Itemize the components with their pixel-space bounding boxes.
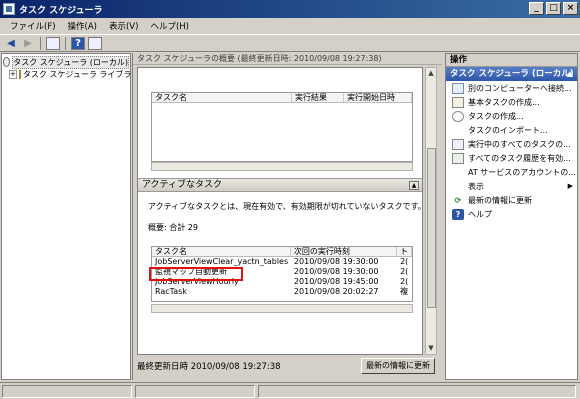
- action-label: タスクのインポート...: [468, 125, 548, 135]
- column-header[interactable]: タスク名: [152, 247, 291, 256]
- tree-item-label: タスク スケジューラ ライブラリ: [22, 69, 140, 79]
- status-table-hscroll[interactable]: [151, 162, 413, 171]
- trigger-cell: 2(: [400, 267, 409, 276]
- status-bar: [0, 382, 580, 399]
- action-running-tasks[interactable]: 実行中のすべてのタスクの...: [446, 137, 577, 151]
- task-status-table: タスク名 実行結果 実行開始日時: [151, 92, 413, 162]
- trigger-cell: 2(: [400, 257, 409, 266]
- create-task-icon: [452, 110, 464, 122]
- status-cell: [258, 385, 576, 398]
- next-run-cell: 2010/09/08 19:45:00: [293, 277, 379, 286]
- action-view[interactable]: 表示 ▶: [446, 179, 577, 193]
- maximize-button[interactable]: □: [546, 2, 561, 15]
- action-create-basic-task[interactable]: 基本タスクの作成...: [446, 95, 577, 109]
- actions-group-header[interactable]: タスク スケジューラ (ローカル) ▲: [446, 67, 577, 81]
- column-header[interactable]: 実行開始日時: [344, 93, 412, 102]
- active-tasks-header[interactable]: アクティブなタスク ▲: [138, 178, 422, 192]
- history-icon: [452, 152, 464, 164]
- actions-title: 操作: [446, 54, 577, 67]
- tree-item-library[interactable]: + タスク スケジューラ ライブラリ: [3, 68, 139, 80]
- action-import-task[interactable]: タスクのインポート...: [446, 123, 577, 137]
- collapse-icon[interactable]: ▲: [409, 181, 419, 190]
- trigger-cell: 2(: [400, 277, 409, 286]
- status-cell: [135, 385, 255, 398]
- task-name-cell: JobServerViewClear_yactn_tables: [155, 257, 289, 266]
- refresh-button[interactable]: 最新の情報に更新: [361, 358, 435, 374]
- menu-help[interactable]: ヘルプ(H): [144, 20, 195, 32]
- action-refresh[interactable]: ⟳ 最新の情報に更新: [446, 193, 577, 207]
- next-run-cell: 2010/09/08 20:02:27: [293, 287, 379, 296]
- summary-header: タスク スケジューラの概要 (最終更新日時: 2010/09/08 19:27:…: [133, 53, 442, 65]
- close-button[interactable]: ×: [563, 2, 578, 15]
- column-header[interactable]: ト: [397, 247, 412, 256]
- active-tasks-description: アクティブなタスクとは、現在有効で、有効期限が切れていないタスクです。: [148, 202, 423, 211]
- summary-status-line: 最終更新日時 2010/09/08 19:27:38 最新の情報に更新: [137, 355, 437, 377]
- console-tree: タスク スケジューラ (ローカル) + タスク スケジューラ ライブラリ: [1, 53, 139, 380]
- connect-icon: [452, 82, 464, 94]
- table-row[interactable]: RacTask 2010/09/08 20:02:27 複: [152, 287, 412, 297]
- tree-item-task-scheduler-local[interactable]: タスク スケジューラ (ローカル): [3, 55, 129, 69]
- summary-pane: タスク スケジューラの概要 (最終更新日時: 2010/09/08 19:27:…: [132, 53, 442, 380]
- action-label: すべてのタスク履歴を有効...: [468, 153, 571, 163]
- action-at-service[interactable]: AT サービスのアカウントの...: [446, 165, 577, 179]
- action-label: 実行中のすべてのタスクの...: [468, 139, 571, 149]
- action-enable-history[interactable]: すべてのタスク履歴を有効...: [446, 151, 577, 165]
- menu-file[interactable]: ファイル(F): [4, 20, 62, 32]
- basic-task-icon: [452, 96, 464, 108]
- column-header[interactable]: タスク名: [152, 93, 292, 102]
- scroll-up-icon[interactable]: ▲: [426, 68, 436, 79]
- action-help[interactable]: ? ヘルプ: [446, 207, 577, 221]
- actions-pane: 操作 タスク スケジューラ (ローカル) ▲ 別のコンピューターへ接続... 基…: [445, 53, 578, 380]
- forward-arrow-icon[interactable]: ▶: [21, 37, 35, 50]
- minimize-button[interactable]: _: [529, 2, 544, 15]
- active-tasks-title: アクティブなタスク: [142, 180, 223, 190]
- action-label: 最新の情報に更新: [468, 195, 532, 205]
- status-cell: [2, 385, 132, 398]
- action-label: 別のコンピューターへ接続...: [468, 83, 572, 93]
- active-table-hscroll[interactable]: [151, 304, 413, 313]
- help-icon[interactable]: ?: [71, 36, 85, 50]
- menu-bar: ファイル(F) 操作(A) 表示(V) ヘルプ(H): [0, 18, 580, 34]
- refresh-icon: ⟳: [454, 195, 462, 205]
- back-arrow-icon[interactable]: ◀: [4, 37, 18, 50]
- column-header[interactable]: 次回の実行時刻: [291, 247, 398, 256]
- scroll-down-icon[interactable]: ▼: [426, 343, 436, 354]
- clock-icon: [3, 57, 11, 67]
- actions-group-label: タスク スケジューラ (ローカル): [450, 69, 574, 79]
- title-bar: タスク スケジューラ _ □ ×: [0, 0, 580, 18]
- toolbar: ◀ ▶ ?: [0, 34, 580, 52]
- summary-vscroll[interactable]: ▲ ▼: [425, 67, 437, 355]
- action-label: 表示: [468, 181, 484, 191]
- show-hide-tree-icon[interactable]: [46, 36, 60, 50]
- highlight-box: [149, 267, 243, 281]
- expand-icon[interactable]: +: [9, 69, 17, 79]
- submenu-arrow-icon: ▶: [567, 182, 573, 190]
- column-header[interactable]: 実行結果: [292, 93, 344, 102]
- action-label: ヘルプ: [468, 209, 492, 219]
- task-name-cell: RacTask: [155, 287, 187, 296]
- show-action-pane-icon[interactable]: [88, 36, 102, 50]
- window-title: タスク スケジューラ: [19, 5, 103, 16]
- last-updated-text: 最終更新日時 2010/09/08 19:27:38: [137, 362, 281, 372]
- trigger-cell: 複: [400, 287, 409, 296]
- menu-view[interactable]: 表示(V): [103, 20, 144, 32]
- scroll-thumb[interactable]: [427, 148, 436, 308]
- help-icon: ?: [452, 208, 464, 220]
- next-run-cell: 2010/09/08 19:30:00: [293, 257, 379, 266]
- summary-scroll-area[interactable]: タスク名 実行結果 実行開始日時 アクティブなタスク ▲ アクティブなタスクとは…: [137, 67, 423, 355]
- action-create-task[interactable]: タスクの作成...: [446, 109, 577, 123]
- collapse-icon[interactable]: ▲: [567, 67, 573, 81]
- table-row[interactable]: JobServerViewClear_yactn_tables 2010/09/…: [152, 257, 412, 267]
- running-tasks-icon: [452, 138, 464, 150]
- action-label: AT サービスのアカウントの...: [468, 167, 576, 177]
- menu-action[interactable]: 操作(A): [62, 20, 103, 32]
- tree-item-label: タスク スケジューラ (ローカル): [12, 55, 129, 69]
- action-label: タスクの作成...: [468, 111, 524, 121]
- action-connect[interactable]: 別のコンピューターへ接続...: [446, 81, 577, 95]
- action-label: 基本タスクの作成...: [468, 97, 540, 107]
- folder-icon: [18, 69, 21, 79]
- active-tasks-summary: 概要: 合計 29: [148, 223, 198, 232]
- task-scheduler-app-icon: [3, 3, 15, 15]
- next-run-cell: 2010/09/08 19:30:00: [293, 267, 379, 276]
